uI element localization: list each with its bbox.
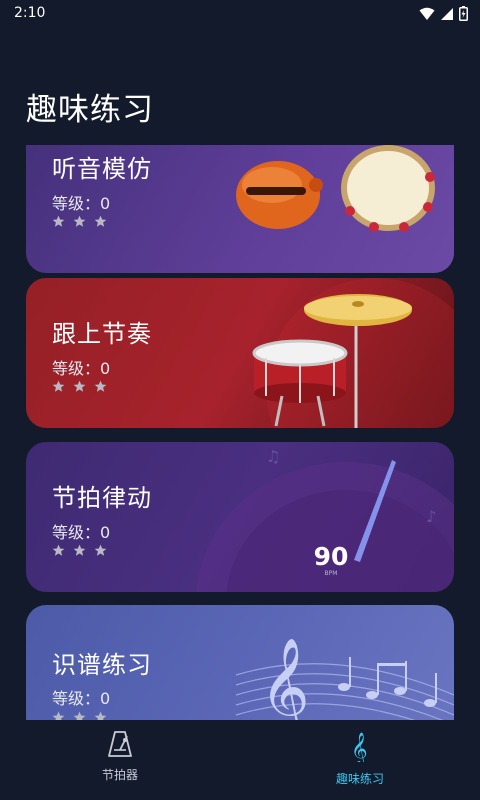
card-beat-motion[interactable]: 节拍律动 等级：0 ♫ ♪ 90 BPM — [26, 442, 454, 592]
treble-clef-icon: 𝄞 — [260, 637, 310, 720]
level-value: 0 — [100, 689, 111, 708]
music-note-icon: ♫ — [266, 447, 280, 466]
card-listen-imitate[interactable]: 听音模仿 等级：0 — [26, 145, 454, 273]
level-label: 等级： — [52, 359, 101, 378]
star-icon — [73, 215, 86, 227]
star-rating — [52, 711, 107, 720]
card-level: 等级：0 — [52, 190, 110, 214]
sheet-music-illustration: 𝄞 — [235, 637, 454, 720]
svg-text:𝄞: 𝄞 — [351, 732, 368, 762]
metronome-icon — [108, 731, 132, 757]
music-note-icon: ♪ — [426, 507, 436, 526]
star-icon — [52, 711, 65, 720]
wifi-icon — [419, 7, 435, 20]
instruments-illustration — [236, 145, 435, 232]
treble-clef-icon: 𝄞 — [351, 732, 368, 766]
level-value: 0 — [100, 359, 111, 378]
star-icon — [52, 215, 65, 227]
card-sight-reading[interactable]: 识谱练习 等级：0 𝄞 — [26, 605, 454, 720]
drum-illustration — [252, 278, 454, 428]
card-title: 节拍律动 — [52, 484, 152, 512]
card-title: 识谱练习 — [52, 651, 152, 679]
star-icon — [52, 380, 65, 392]
page-title: 趣味练习 — [26, 92, 154, 128]
music-notes-icon — [338, 657, 437, 707]
star-icon — [94, 380, 107, 392]
tempo-display: 90 BPM — [313, 544, 349, 578]
card-level: 等级：0 — [52, 685, 110, 709]
status-bar: 2:10 — [0, 0, 480, 28]
card-follow-rhythm[interactable]: 跟上节奏 等级：0 — [26, 278, 454, 428]
star-rating — [52, 544, 107, 557]
star-rating — [52, 380, 107, 393]
level-label: 等级： — [52, 689, 101, 708]
tambourine-icon — [341, 145, 435, 232]
status-time: 2:10 — [14, 5, 46, 21]
signal-icon — [441, 7, 453, 20]
card-level: 等级：0 — [52, 355, 110, 379]
tab-metronome[interactable]: 节拍器 — [60, 730, 180, 783]
tempo-unit: BPM — [324, 570, 338, 577]
star-icon — [94, 711, 107, 720]
tab-label: 节拍器 — [101, 768, 138, 782]
bottom-tab-bar: 节拍器 𝄞 趣味练习 — [0, 720, 480, 800]
ocarina-icon — [236, 161, 323, 229]
tab-fun-practice[interactable]: 𝄞 趣味练习 — [300, 730, 420, 787]
star-icon — [94, 215, 107, 227]
level-label: 等级： — [52, 194, 101, 213]
star-icon — [73, 380, 86, 392]
card-title: 跟上节奏 — [52, 320, 152, 348]
star-icon — [52, 544, 65, 556]
status-icons — [419, 6, 468, 21]
star-icon — [73, 711, 86, 720]
card-title: 听音模仿 — [52, 155, 152, 183]
exercise-list[interactable]: 听音模仿 等级：0 跟上节奏 等级：0 节拍律动 等级：0 ♫ ♪ 90 BPM… — [0, 145, 480, 720]
star-rating — [52, 215, 107, 228]
star-icon — [94, 544, 107, 556]
battery-icon — [459, 6, 468, 21]
star-icon — [73, 544, 86, 556]
level-value: 0 — [100, 194, 111, 213]
tab-label: 趣味练习 — [335, 772, 384, 786]
level-label: 等级： — [52, 523, 101, 542]
level-value: 0 — [100, 523, 111, 542]
tempo-value: 90 — [313, 542, 349, 571]
card-level: 等级：0 — [52, 519, 110, 543]
